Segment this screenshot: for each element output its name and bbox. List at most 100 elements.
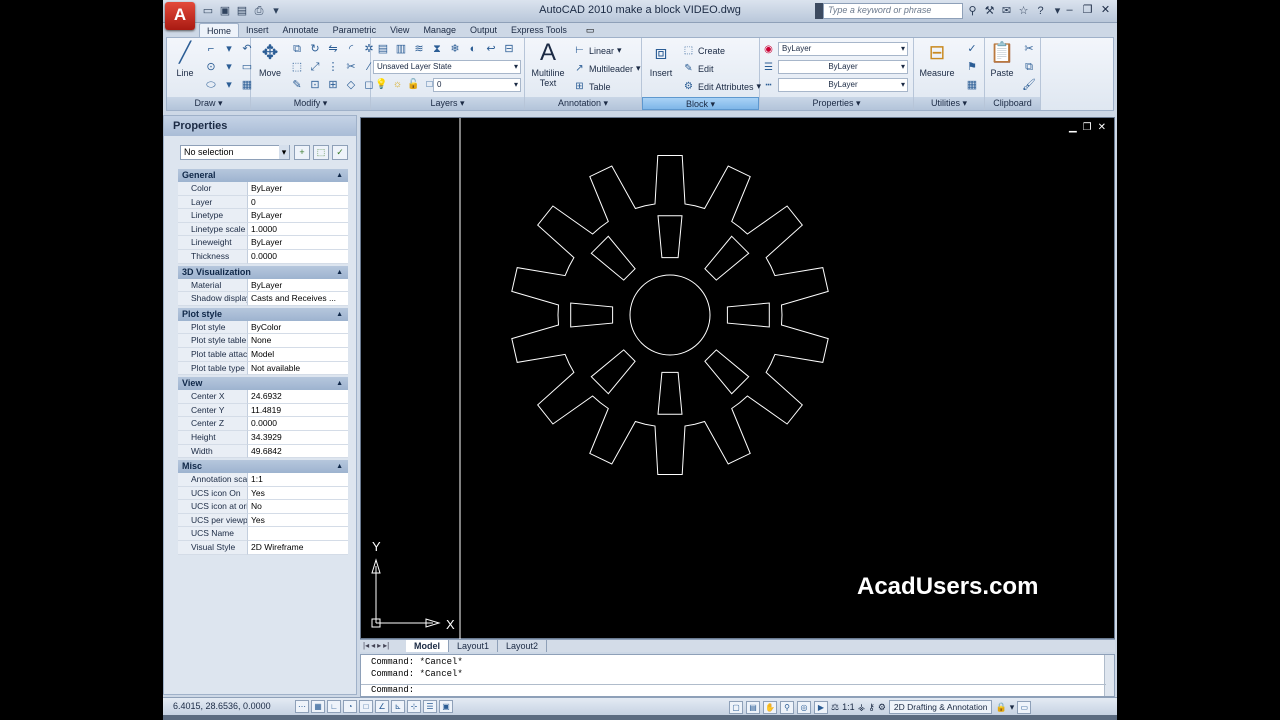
steering-wheel-icon[interactable]: ◎	[797, 700, 811, 714]
quick-select-icon[interactable]: ✓	[964, 41, 980, 57]
linear-dim-button[interactable]: ⊢ Linear ▾	[573, 44, 621, 57]
linetype-dropdown[interactable]: ByLayer	[778, 78, 908, 92]
layer-off-icon[interactable]: ◐	[465, 41, 481, 57]
property-row[interactable]: Plot table type Not available	[178, 361, 348, 376]
unlock-icon[interactable]: 🔓	[407, 78, 420, 91]
property-row[interactable]: Color ByLayer	[178, 182, 348, 196]
polyline-icon[interactable]: ⌐	[203, 41, 219, 57]
extend-icon[interactable]: ⊡	[307, 77, 323, 93]
point-style-icon[interactable]: ⚑	[964, 59, 980, 75]
property-value[interactable]: 1:1	[248, 473, 348, 487]
property-row[interactable]: UCS icon at originNo	[178, 500, 348, 514]
property-row[interactable]: Plot style ByColor	[178, 320, 348, 335]
bulb-on-icon[interactable]: 💡	[375, 78, 388, 91]
tab-manage[interactable]: Manage	[416, 23, 463, 37]
osnap-toggle-icon[interactable]: □	[359, 700, 373, 713]
zoom-icon[interactable]: ⚲	[780, 700, 794, 714]
utilities-panel-label[interactable]: Utilities ▾	[914, 97, 984, 110]
pan-icon[interactable]: ✋	[763, 700, 777, 714]
property-value[interactable]: Yes	[248, 486, 348, 501]
ellipse-dropdown-icon[interactable]: ▾	[221, 77, 237, 93]
erase-icon[interactable]: ✎	[289, 77, 305, 93]
layer-state-icon[interactable]: ▥	[393, 41, 409, 57]
color-dropdown[interactable]: ByLayer	[778, 42, 908, 56]
property-row[interactable]: UCS icon On Yes	[178, 486, 348, 501]
annotation-panel-label[interactable]: Annotation ▾	[525, 97, 641, 110]
chamfer-icon[interactable]: ◇	[343, 77, 359, 93]
color-wheel-icon[interactable]: ◉	[762, 43, 775, 56]
quick-properties-toggle-icon[interactable]: ▣	[439, 700, 453, 713]
showmotion-icon[interactable]: ▶	[814, 700, 828, 714]
command-input[interactable]: Command:	[361, 684, 1106, 696]
property-value[interactable]: 0	[248, 195, 348, 210]
lineweight-dropdown[interactable]: ByLayer	[778, 60, 908, 74]
circle-dropdown-icon[interactable]: ▾	[221, 59, 237, 75]
snap-toggle-icon[interactable]: ⋯	[295, 700, 309, 713]
property-row[interactable]: Center Z 0.0000	[178, 417, 348, 431]
insert-block-button[interactable]: ⧈ Insert	[646, 40, 676, 78]
binoculars-icon[interactable]: ⚲	[966, 3, 979, 19]
table-button[interactable]: ⊞ Table	[573, 80, 610, 93]
trim-icon[interactable]: ✂	[343, 59, 359, 75]
category-header[interactable]: View	[178, 377, 348, 391]
property-row[interactable]: Center Y 11.4819	[178, 403, 348, 418]
property-row[interactable]: Thickness 0.0000	[178, 249, 348, 264]
scale-icon[interactable]: ⤢	[307, 59, 323, 75]
property-row[interactable]: Plot table attac... Model	[178, 347, 348, 362]
layer-lock-icon[interactable]: ⊟	[501, 41, 517, 57]
property-row[interactable]: Lineweight ByLayer	[178, 236, 348, 250]
status-tray-icon[interactable]: ▾	[1010, 702, 1015, 713]
category-header[interactable]: 3D Visualization	[178, 265, 348, 279]
search-expand-icon[interactable]	[815, 3, 823, 19]
category-header[interactable]: Plot style	[178, 307, 348, 321]
tab-layout2[interactable]: Layout2	[498, 640, 548, 652]
last-layout-icon[interactable]: ▸|	[383, 640, 389, 652]
property-value[interactable]: 0.0000	[248, 417, 348, 431]
lineweight-toggle-icon[interactable]: ☰	[423, 700, 437, 713]
lock-ui-icon[interactable]: 🔒	[995, 702, 1006, 713]
property-value[interactable]: 2D Wireframe	[248, 541, 348, 555]
property-value[interactable]: 0.0000	[248, 249, 348, 264]
drawing-canvas[interactable]: ▁ ❐ ✕ Y X AcadUsers.com	[360, 117, 1115, 640]
tab-parametric[interactable]: Parametric	[326, 23, 384, 37]
layer-match-icon[interactable]: ≋	[411, 41, 427, 57]
measure-button[interactable]: ⊟ Measure	[918, 40, 956, 78]
properties-title[interactable]: Properties	[164, 116, 356, 136]
help-icon[interactable]: ?	[1034, 3, 1047, 19]
property-value[interactable]: ByLayer	[248, 278, 348, 293]
prev-layout-icon[interactable]: ◂	[371, 640, 375, 652]
copy-icon[interactable]: ⧉	[289, 41, 305, 57]
multiline-text-button[interactable]: A Multiline Text	[529, 40, 567, 89]
property-row[interactable]: Shadow display Casts and Receives ...	[178, 292, 348, 306]
annotation-scale-value[interactable]: 1:1	[842, 702, 855, 712]
toggle-pickadd-icon[interactable]: +	[294, 145, 310, 160]
quick-view-layouts-icon[interactable]: ▤	[746, 700, 760, 714]
array-icon[interactable]: ⋮	[325, 59, 341, 75]
polar-toggle-icon[interactable]: ◔	[343, 700, 357, 713]
wrench-icon[interactable]: ⚒	[983, 3, 996, 19]
property-row[interactable]: Width 49.6842	[178, 444, 348, 459]
property-value[interactable]: 11.4819	[248, 403, 348, 418]
linetype-icon[interactable]: ┅	[762, 79, 775, 92]
fillet-icon[interactable]: ◜	[343, 41, 359, 57]
current-layer-dropdown[interactable]: 0	[433, 78, 521, 92]
property-row[interactable]: Layer 0	[178, 195, 348, 210]
dyn-toggle-icon[interactable]: ⊹	[407, 700, 421, 713]
multileader-button[interactable]: ↗ Multileader ▾	[573, 62, 640, 75]
search-input[interactable]: Type a keyword or phrase	[823, 3, 963, 19]
tab-home[interactable]: Home	[199, 23, 240, 37]
mirror-icon[interactable]: ⇋	[325, 41, 341, 57]
property-row[interactable]: Material ByLayer	[178, 278, 348, 293]
circle-icon[interactable]: ⊙	[203, 59, 219, 75]
layer-properties-icon[interactable]: ▤	[375, 41, 391, 57]
close-icon[interactable]: ✕	[1099, 3, 1112, 18]
property-value[interactable]: ByLayer	[248, 182, 348, 196]
property-value[interactable]: ByColor	[248, 320, 348, 335]
property-row[interactable]: Center X 24.6932	[178, 390, 348, 404]
quick-select-icon[interactable]: ✓	[332, 145, 348, 160]
line-button[interactable]: ╱ Line	[171, 40, 199, 78]
auto-scale-icon[interactable]: ⚷	[868, 702, 875, 713]
ducs-toggle-icon[interactable]: ⊾	[391, 700, 405, 713]
property-value[interactable]: Casts and Receives ...	[248, 292, 348, 306]
property-row[interactable]: Visual Style 2D Wireframe	[178, 541, 348, 555]
